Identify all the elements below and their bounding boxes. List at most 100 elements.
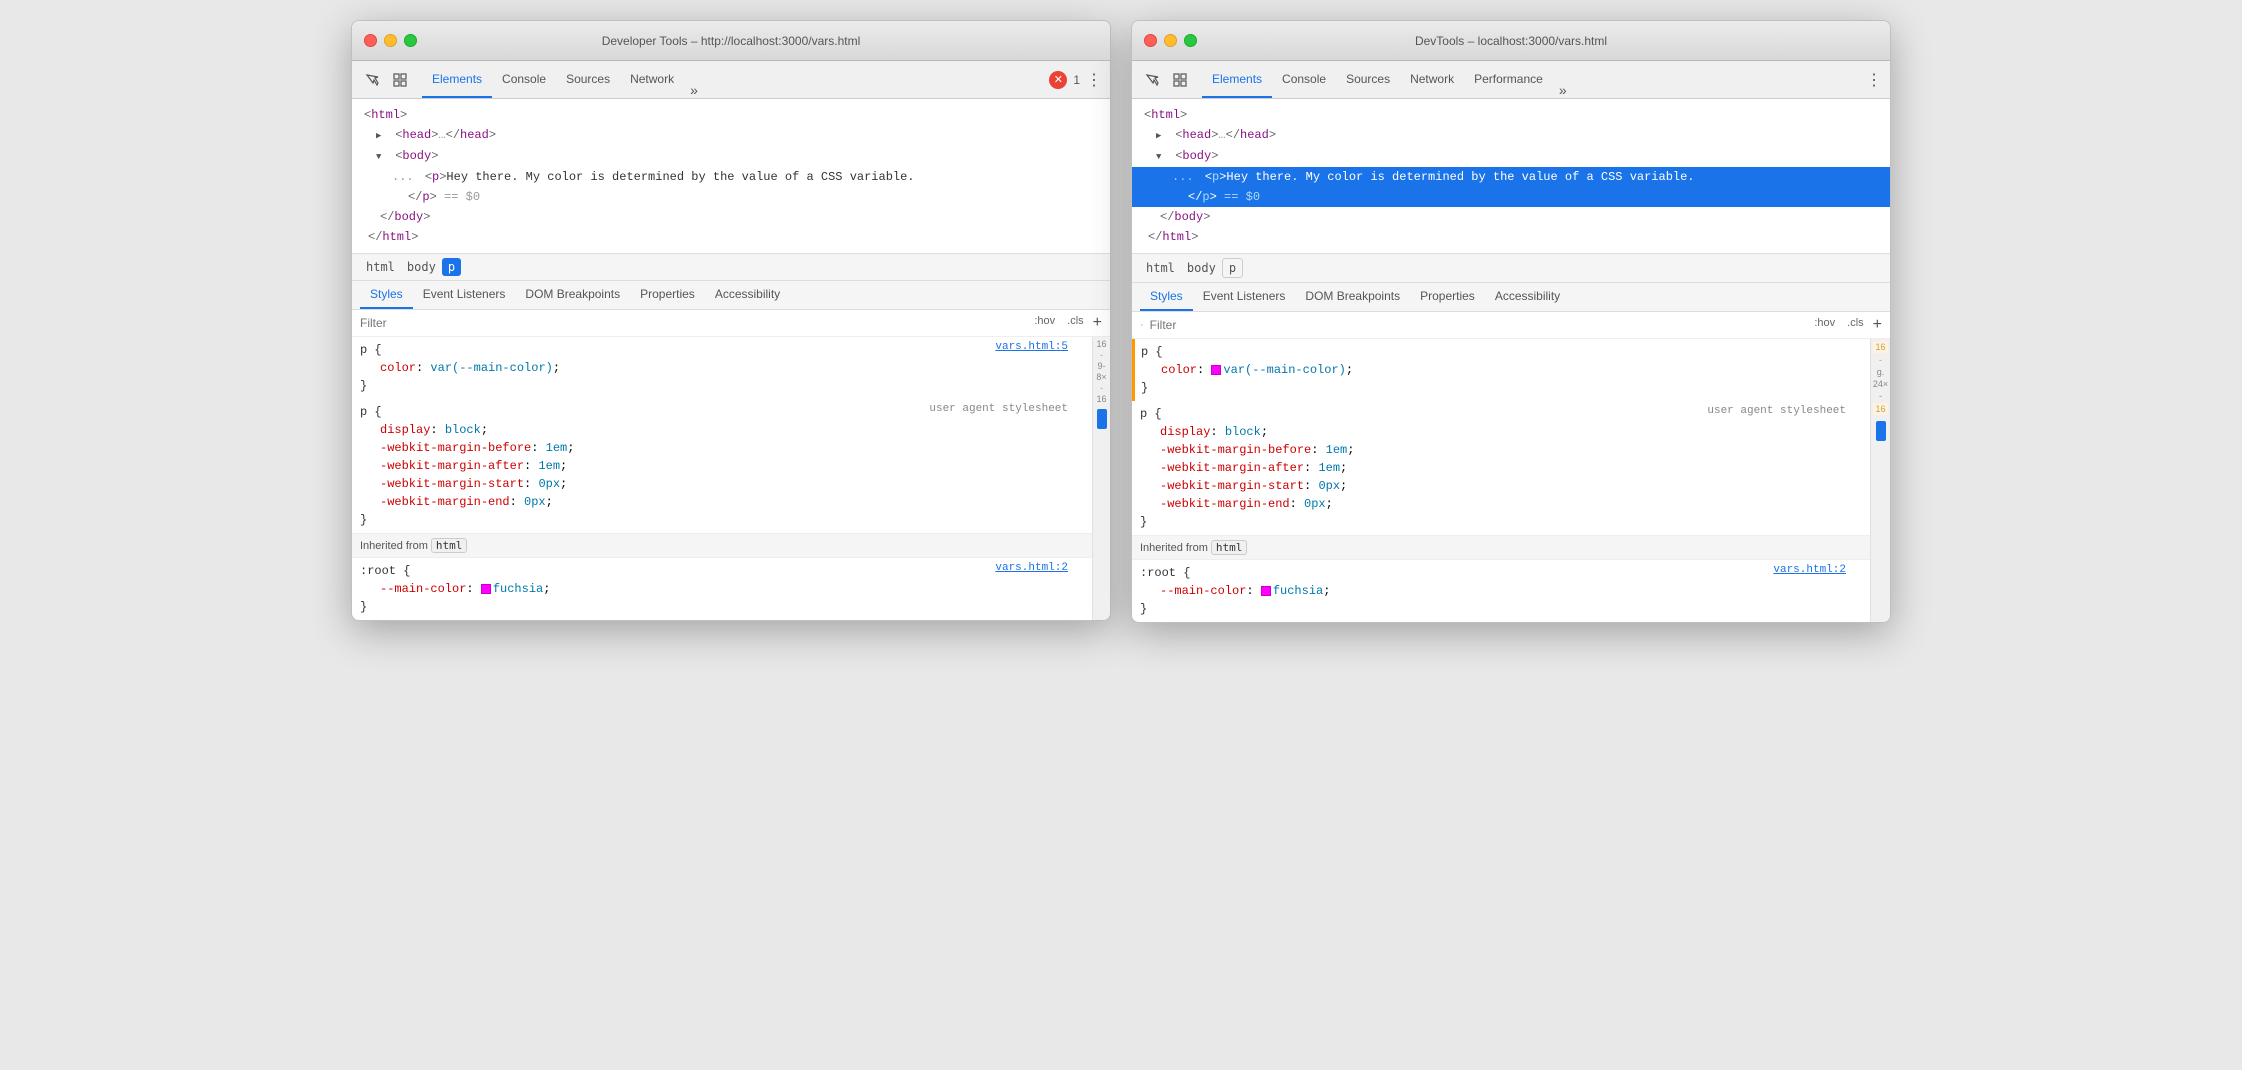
menu-icon-1[interactable]: ⋮ — [1086, 70, 1102, 90]
dom-line-head-2[interactable]: ▶ <head>…</head> — [1132, 125, 1890, 146]
dom-line-html-2[interactable]: <html> — [1132, 105, 1890, 125]
minimize-button-1[interactable] — [384, 34, 397, 47]
dom-line-p-1[interactable]: ... <p>Hey there. My color is determined… — [352, 167, 1110, 187]
breadcrumb-html-1[interactable]: html — [360, 258, 401, 276]
hov-button-1[interactable]: :hov — [1031, 314, 1058, 332]
subtab-props-1[interactable]: Properties — [630, 281, 705, 309]
cls-button-2[interactable]: .cls — [1844, 316, 1867, 334]
inherited-tag-1[interactable]: html — [431, 538, 468, 553]
toolbar-right-1: ✕ 1 ⋮ — [1049, 70, 1102, 90]
tab-elements-1[interactable]: Elements — [422, 61, 492, 98]
css-source-ua-1: user agent stylesheet — [929, 403, 1068, 415]
filter-input-1[interactable] — [360, 316, 1025, 330]
cursor-icon-2[interactable] — [1140, 68, 1164, 92]
dom-line-htmlcl-1[interactable]: </html> — [352, 227, 1110, 247]
css-prop-wks-2: -webkit-margin-start: 0px; — [1140, 477, 1862, 495]
css-selector-root-2: :root { — [1140, 564, 1862, 582]
breadcrumb-2: html body p — [1132, 254, 1890, 283]
subtab-event-1[interactable]: Event Listeners — [413, 281, 516, 309]
color-swatch-p-2[interactable] — [1211, 365, 1221, 375]
cls-button-1[interactable]: .cls — [1064, 314, 1087, 332]
dom-line-pclose-1[interactable]: </p> == $0 — [352, 187, 1110, 207]
styles-main-1: vars.html:5 p { color: var(--main-color)… — [352, 337, 1110, 620]
css-source-root-1[interactable]: vars.html:2 — [995, 562, 1068, 574]
tab-sources-1[interactable]: Sources — [556, 61, 620, 98]
close-button-1[interactable] — [364, 34, 377, 47]
scroll-num-16a-2: 16 — [1873, 341, 1887, 353]
filter-actions-1: :hov .cls + — [1031, 314, 1102, 332]
error-badge-1: ✕ — [1049, 71, 1067, 89]
dom-line-pclose-selected-2[interactable]: </p> == $0 — [1132, 187, 1890, 207]
css-block-p-ua-1: user agent stylesheet p { display: block… — [352, 399, 1092, 533]
tab-more-2[interactable]: » — [1553, 82, 1573, 98]
tab-console-1[interactable]: Console — [492, 61, 556, 98]
filter-bar-1: :hov .cls + — [352, 310, 1110, 337]
dom-line-head-1[interactable]: ▶ <head>…</head> — [352, 125, 1110, 146]
tab-network-2[interactable]: Network — [1400, 61, 1464, 98]
inspect-icon-2[interactable] — [1168, 68, 1192, 92]
maximize-button-1[interactable] — [404, 34, 417, 47]
dom-line-body-1[interactable]: ▼ <body> — [352, 146, 1110, 167]
css-source-1[interactable]: vars.html:5 — [995, 341, 1068, 353]
css-prop-color-1: color: var(--main-color); — [360, 359, 1084, 377]
dom-line-html-1[interactable]: <html> — [352, 105, 1110, 125]
color-swatch-fuchsia-1[interactable] — [481, 584, 491, 594]
dom-line-htmlcl-2[interactable]: </html> — [1132, 227, 1890, 247]
add-style-button-2[interactable]: + — [1873, 316, 1882, 334]
breadcrumb-body-1[interactable]: body — [401, 258, 442, 276]
scroll-dash2-1: - — [1879, 355, 1882, 365]
breadcrumb-p-1[interactable]: p — [442, 258, 461, 276]
inherited-from-1: Inherited from html — [352, 533, 1092, 558]
tab-performance-2[interactable]: Performance — [1464, 61, 1553, 98]
cursor-icon[interactable] — [360, 68, 384, 92]
breadcrumb-p-2[interactable]: p — [1222, 258, 1243, 278]
subtab-access-1[interactable]: Accessibility — [705, 281, 790, 309]
hov-button-2[interactable]: :hov — [1811, 316, 1838, 334]
css-prop-wka-1: -webkit-margin-after: 1em; — [360, 457, 1084, 475]
maximize-button-2[interactable] — [1184, 34, 1197, 47]
subtab-event-2[interactable]: Event Listeners — [1193, 283, 1296, 311]
css-source-root-2[interactable]: vars.html:2 — [1773, 564, 1846, 576]
css-prop-wkb-2: -webkit-margin-before: 1em; — [1140, 441, 1862, 459]
devtools-window-1: Developer Tools – http://localhost:3000/… — [351, 20, 1111, 621]
inherited-tag-2[interactable]: html — [1211, 540, 1248, 555]
filter-input-2[interactable] — [1150, 318, 1806, 332]
tab-more-1[interactable]: » — [684, 82, 704, 98]
subtab-dom-2[interactable]: DOM Breakpoints — [1295, 283, 1410, 311]
inspect-icon[interactable] — [388, 68, 412, 92]
menu-icon-2[interactable]: ⋮ — [1866, 70, 1882, 90]
filter-actions-2: :hov .cls + — [1811, 316, 1882, 334]
minimize-button-2[interactable] — [1164, 34, 1177, 47]
tab-console-2[interactable]: Console — [1272, 61, 1336, 98]
tab-sources-2[interactable]: Sources — [1336, 61, 1400, 98]
css-close-root-1: } — [360, 598, 1084, 616]
add-style-button-1[interactable]: + — [1093, 314, 1102, 332]
css-prop-maincolor-2: --main-color: fuchsia; — [1140, 582, 1862, 600]
dom-line-bodycl-1[interactable]: </body> — [352, 207, 1110, 227]
dom-line-bodycl-2[interactable]: </body> — [1132, 207, 1890, 227]
subtab-access-2[interactable]: Accessibility — [1485, 283, 1570, 311]
css-prop-display-2: display: block; — [1140, 423, 1862, 441]
subtab-dom-1[interactable]: DOM Breakpoints — [515, 281, 630, 309]
dom-line-body-2[interactable]: ▼ <body> — [1132, 146, 1890, 167]
dom-line-p-selected-2[interactable]: ... <p>Hey there. My color is determined… — [1132, 167, 1890, 187]
subtab-styles-2[interactable]: Styles — [1140, 283, 1193, 311]
scroll-dash2-2: - — [1879, 391, 1882, 401]
filter-bar-2: · :hov .cls + — [1132, 312, 1890, 339]
subtab-props-2[interactable]: Properties — [1410, 283, 1485, 311]
color-swatch-fuchsia-2[interactable] — [1261, 586, 1271, 596]
tab-elements-2[interactable]: Elements — [1202, 61, 1272, 98]
close-button-2[interactable] — [1144, 34, 1157, 47]
breadcrumb-html-2[interactable]: html — [1140, 259, 1181, 277]
tab-network-1[interactable]: Network — [620, 61, 684, 98]
css-prop-wke-1: -webkit-margin-end: 0px; — [360, 493, 1084, 511]
subtab-styles-1[interactable]: Styles — [360, 281, 413, 309]
sub-tabs-2: Styles Event Listeners DOM Breakpoints P… — [1132, 283, 1890, 312]
scrollbar-thumb-1[interactable] — [1097, 409, 1107, 429]
scroll-num-8x-1: 8× — [1096, 372, 1106, 382]
breadcrumb-body-2[interactable]: body — [1181, 259, 1222, 277]
styles-content-1: vars.html:5 p { color: var(--main-color)… — [352, 337, 1092, 620]
scroll-num-24x-2: 24× — [1873, 379, 1888, 389]
css-block-p-color-2: p { color: var(--main-color); } — [1132, 339, 1870, 401]
scrollbar-thumb-2[interactable] — [1876, 421, 1886, 441]
